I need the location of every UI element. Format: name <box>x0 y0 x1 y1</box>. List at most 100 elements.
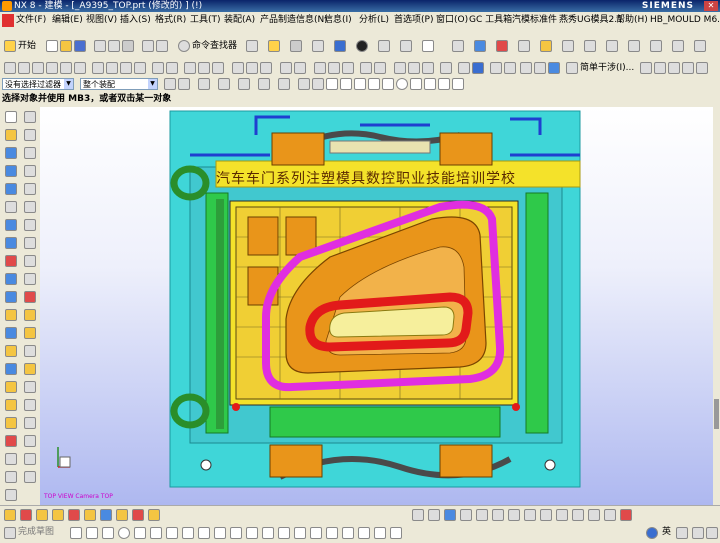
sketch-trim-icon[interactable] <box>278 527 290 539</box>
sketch-spline-icon[interactable] <box>198 527 210 539</box>
new-file-icon[interactable] <box>46 40 58 52</box>
select-component-icon[interactable] <box>278 78 290 90</box>
sketch-auto-constrain-icon[interactable] <box>358 527 370 539</box>
scroll-thumb[interactable] <box>714 399 719 429</box>
sketch-rectangle-icon[interactable] <box>166 527 178 539</box>
menu-help[interactable]: 帮助(H) <box>614 14 650 27</box>
menu-preferences[interactable]: 首选项(P) <box>392 14 435 27</box>
sew-icon[interactable] <box>280 62 292 74</box>
cut-icon[interactable] <box>94 40 106 52</box>
menu-edit[interactable]: 编辑(E) <box>50 14 85 27</box>
command-finder-button[interactable]: 命令查找器 <box>192 39 237 53</box>
datum-csys-icon[interactable] <box>5 471 17 483</box>
pad-icon[interactable] <box>5 183 17 195</box>
menu-tools[interactable]: 工具(T) <box>188 14 223 27</box>
extract-icon[interactable] <box>314 62 326 74</box>
mirror-feature-icon[interactable] <box>24 219 36 231</box>
rectangle-icon[interactable] <box>5 327 17 339</box>
part-nav-icon[interactable] <box>548 62 560 74</box>
join-curve-icon[interactable] <box>24 399 36 411</box>
offset-surface-icon[interactable] <box>5 255 17 267</box>
finish-sketch-button[interactable]: 完成草图 <box>18 525 54 539</box>
menu-gc-toolkit[interactable]: GC 工具箱 <box>467 14 514 27</box>
thicken-icon[interactable] <box>342 62 354 74</box>
intersection-curve-icon[interactable] <box>24 363 36 375</box>
arc-icon[interactable] <box>24 309 36 321</box>
text-icon[interactable] <box>5 435 17 447</box>
window-icon[interactable] <box>246 40 258 52</box>
constraint-icon[interactable] <box>408 62 420 74</box>
move-face-icon[interactable] <box>260 62 272 74</box>
snap-existing-point-icon[interactable] <box>438 78 450 90</box>
snap-arc-icon[interactable] <box>354 78 366 90</box>
paste-icon[interactable] <box>122 40 134 52</box>
sketch-polygon-icon[interactable] <box>182 527 194 539</box>
datum-icon[interactable] <box>474 40 486 52</box>
snap-intersection-icon[interactable] <box>424 78 436 90</box>
bom-icon[interactable] <box>694 40 706 52</box>
edit-tool-5-icon[interactable] <box>476 509 488 521</box>
lifter-icon[interactable] <box>650 40 662 52</box>
point-icon[interactable] <box>452 40 464 52</box>
n-sided-icon[interactable] <box>24 291 36 303</box>
mold-tool-9-icon[interactable] <box>132 509 144 521</box>
taper-icon[interactable] <box>24 237 36 249</box>
menu-window[interactable]: 窗口(O) <box>434 14 470 27</box>
sketch-pattern-icon[interactable] <box>246 527 258 539</box>
sketch-offset-icon[interactable] <box>230 527 242 539</box>
boss-icon[interactable] <box>74 62 86 74</box>
snap-icon[interactable] <box>490 62 502 74</box>
add-component-icon[interactable] <box>394 62 406 74</box>
ime-settings-icon[interactable] <box>692 527 704 539</box>
sketch-circle-icon[interactable] <box>118 527 130 539</box>
edit-tool-3-icon[interactable] <box>444 509 456 521</box>
ime-half-width-icon[interactable] <box>676 527 688 539</box>
snap-quadrant-icon[interactable] <box>410 78 422 90</box>
filter-settings-icon[interactable] <box>164 78 176 90</box>
divide-curve-icon[interactable] <box>5 417 17 429</box>
expression-icon[interactable] <box>24 471 36 483</box>
electrode-icon[interactable] <box>562 40 574 52</box>
menu-assembly[interactable]: 装配(A) <box>222 14 257 27</box>
cooling-icon[interactable] <box>606 40 618 52</box>
snap-point-on-curve-icon[interactable] <box>452 78 464 90</box>
snap-line-icon[interactable] <box>326 78 338 90</box>
feature-icon[interactable] <box>4 62 16 74</box>
explode-icon[interactable] <box>654 62 666 74</box>
sketch-point-icon[interactable] <box>214 527 226 539</box>
edit-tool-9-icon[interactable] <box>540 509 552 521</box>
thread-icon[interactable] <box>24 201 36 213</box>
menu-insert[interactable]: 插入(S) <box>118 14 153 27</box>
mirror-assembly-icon[interactable] <box>422 62 434 74</box>
sketch-extend-icon[interactable] <box>294 527 306 539</box>
snap-tangent-icon[interactable] <box>368 78 380 90</box>
block-icon[interactable] <box>5 129 17 141</box>
cone-icon[interactable] <box>5 147 17 159</box>
menu-auto-mold-std[interactable]: 汽模标准件 <box>510 14 559 27</box>
sketch-constraint-icon[interactable] <box>342 527 354 539</box>
close-window-button[interactable]: ✕ <box>704 1 718 11</box>
line-icon[interactable] <box>5 309 17 321</box>
sketch-dimension-icon[interactable] <box>326 527 338 539</box>
select-body-icon[interactable] <box>218 78 230 90</box>
mold-tool-6-icon[interactable] <box>84 509 96 521</box>
sketch-line-icon[interactable] <box>86 527 98 539</box>
view-cut-icon[interactable] <box>640 62 652 74</box>
measure-icon[interactable] <box>496 40 508 52</box>
revolve-icon[interactable] <box>46 62 58 74</box>
menu-format[interactable]: 格式(R) <box>153 14 188 27</box>
edit-tool-12-icon[interactable] <box>588 509 600 521</box>
select-edge-icon[interactable] <box>238 78 250 90</box>
select-face-icon[interactable] <box>198 78 210 90</box>
snap-midpoint-icon[interactable] <box>312 78 324 90</box>
subtract-icon[interactable] <box>198 62 210 74</box>
edit-tool-8-icon[interactable] <box>524 509 536 521</box>
edit-tool-11-icon[interactable] <box>572 509 584 521</box>
offset-face-icon[interactable] <box>232 62 244 74</box>
hide-icon[interactable] <box>668 62 680 74</box>
intersect-icon[interactable] <box>212 62 224 74</box>
sketch-chamfer-icon[interactable] <box>150 527 162 539</box>
ime-menu-icon[interactable] <box>706 527 718 539</box>
offset-curve-icon[interactable] <box>5 381 17 393</box>
spline-icon[interactable] <box>5 345 17 357</box>
